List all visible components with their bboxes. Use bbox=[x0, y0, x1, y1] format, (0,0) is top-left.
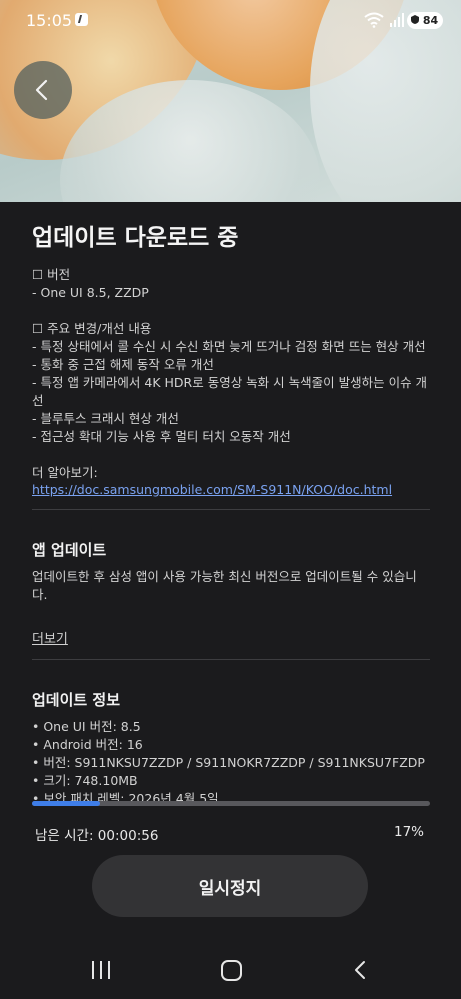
back-button[interactable] bbox=[14, 61, 72, 119]
divider bbox=[32, 659, 430, 660]
app-update-body: 업데이트한 후 삼성 앱이 사용 가능한 최신 버전으로 업데이트될 수 있습니… bbox=[32, 569, 417, 602]
status-time: 15:05 bbox=[26, 11, 73, 30]
download-progress-bar bbox=[32, 801, 430, 806]
download-progress-fill bbox=[32, 801, 100, 806]
update-info-item: • One UI 버전: 8.5 bbox=[32, 719, 141, 734]
home-icon[interactable] bbox=[221, 960, 242, 981]
more-info-link[interactable]: https://doc.samsungmobile.com/SM-S911N/K… bbox=[32, 482, 430, 497]
app-update-title: 앱 업데이트 bbox=[32, 541, 107, 559]
update-info-title: 업데이트 정보 bbox=[32, 691, 121, 709]
update-info-list: • One UI 버전: 8.5 • Android 버전: 16 • 버전: … bbox=[32, 718, 430, 808]
status-bar: 15:05 84 bbox=[0, 0, 461, 40]
navigation-bar bbox=[0, 944, 461, 999]
pause-button[interactable]: 일시정지 bbox=[92, 855, 368, 917]
main-content: 업데이트 다운로드 중 ☐ 버전 - One UI 8.5, ZZDP ☐ 주요… bbox=[32, 218, 430, 808]
app-notification-icon bbox=[75, 13, 88, 26]
update-info-item: • 크기: 748.10MB bbox=[32, 773, 138, 788]
back-icon[interactable] bbox=[353, 960, 367, 980]
page-title: 업데이트 다운로드 중 bbox=[32, 225, 239, 251]
back-arrow-icon bbox=[35, 79, 48, 101]
signal-icon bbox=[390, 13, 404, 27]
progress-percent: 17% bbox=[393, 824, 424, 840]
release-notes: ☐ 버전 - One UI 8.5, ZZDP ☐ 주요 변경/개선 내용 - … bbox=[32, 267, 428, 480]
remaining-time: 남은 시간: 00:00:56 bbox=[35, 828, 159, 844]
battery-icon: 84 bbox=[407, 12, 444, 29]
update-info-item: • 버전: S911NKSU7ZZDP / S911NOKR7ZZDP / S9… bbox=[32, 755, 425, 770]
more-button[interactable]: 더보기 bbox=[32, 632, 68, 647]
wifi-icon bbox=[364, 12, 384, 28]
update-info-item: • Android 버전: 16 bbox=[32, 737, 143, 752]
recent-apps-icon[interactable] bbox=[92, 961, 112, 979]
divider bbox=[32, 509, 430, 510]
battery-level: 84 bbox=[422, 14, 439, 27]
